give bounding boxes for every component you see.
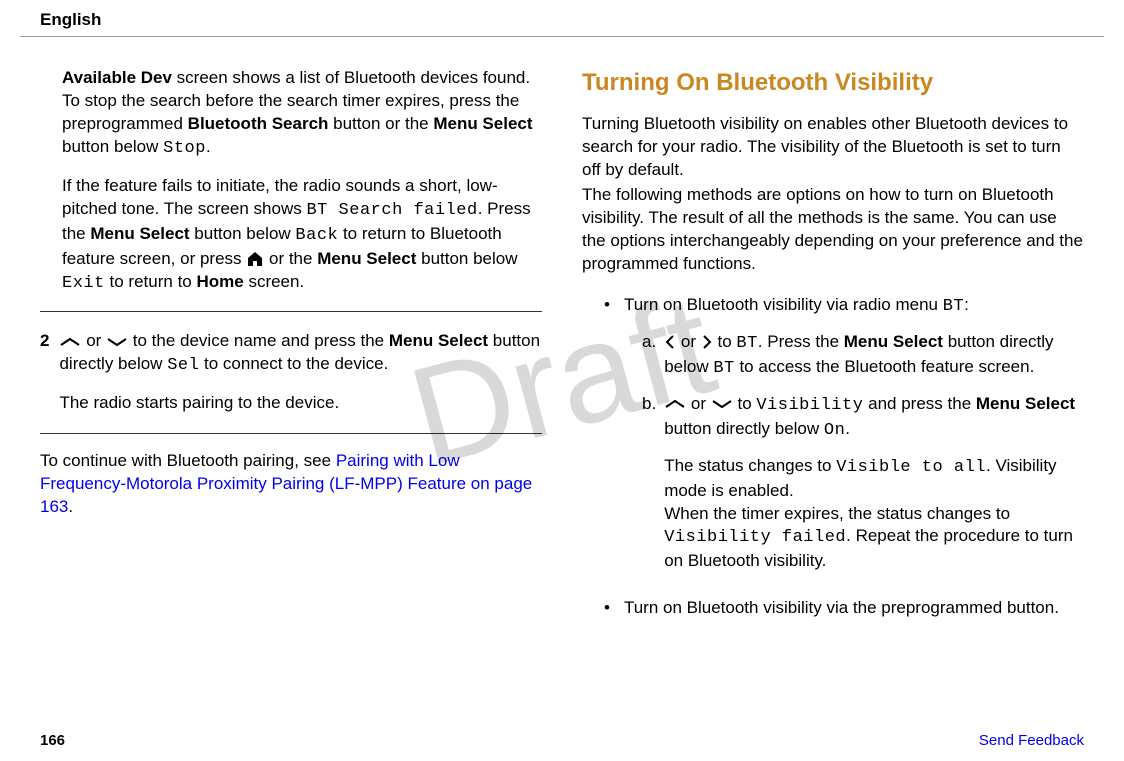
text-mono: On <box>824 421 845 440</box>
paragraph: Turning Bluetooth visibility on enables … <box>582 113 1084 182</box>
chevron-down-icon <box>711 399 733 409</box>
sub-step-a: a. or to BT. Press the Menu Select butto… <box>642 331 1084 381</box>
step-row: 2 or to the device name and press the Me… <box>40 330 542 415</box>
step-number: 2 <box>40 330 49 415</box>
text-bold: Menu Select <box>389 331 488 350</box>
text: . Press the <box>758 332 844 351</box>
text: or <box>686 394 711 413</box>
text: When the timer expires, the status chang… <box>664 504 1010 523</box>
text: to connect to the device. <box>199 354 388 373</box>
text: button or the <box>328 114 433 133</box>
text: The status changes to <box>664 456 836 475</box>
text: to return to <box>105 272 197 291</box>
text-bold: Bluetooth Search <box>188 114 329 133</box>
text-bold: Menu Select <box>976 394 1075 413</box>
page-header: English <box>20 0 1104 37</box>
section-heading: Turning On Bluetooth Visibility <box>582 67 1084 99</box>
send-feedback-link[interactable]: Send Feedback <box>979 732 1084 749</box>
text: or the <box>264 249 317 268</box>
text: . <box>845 419 850 438</box>
text: to <box>713 332 737 351</box>
sub-step-b: b. or to Visibility and press the Menu S… <box>642 393 1084 574</box>
text-mono: Exit <box>62 274 105 293</box>
step-text: or to the device name and press the Menu… <box>59 330 542 415</box>
text: button directly below <box>664 419 824 438</box>
page-footer: 166 Send Feedback <box>0 732 1124 749</box>
bullet-dot: • <box>604 294 610 319</box>
text-bold: Menu Select <box>317 249 416 268</box>
text-mono: Stop <box>163 139 206 158</box>
text-bold: Home <box>196 272 243 291</box>
text-bold: Menu Select <box>90 224 189 243</box>
bullet-text: Turn on Bluetooth visibility via the pre… <box>624 597 1084 620</box>
page-content: Available Dev screen shows a list of Blu… <box>0 37 1124 632</box>
text: : <box>964 295 969 314</box>
chevron-up-icon <box>59 337 81 347</box>
chevron-up-icon <box>664 399 686 409</box>
text-bold: Menu Select <box>433 114 532 133</box>
bullet-dot: • <box>604 597 610 620</box>
chevron-down-icon <box>106 337 128 347</box>
text: to the device name and press the <box>128 331 389 350</box>
text-mono: Visible to all <box>836 458 986 477</box>
paragraph: The following methods are options on how… <box>582 184 1084 276</box>
text: button below <box>190 224 296 243</box>
text-bold: Available Dev <box>62 68 172 87</box>
text-bold: Menu Select <box>844 332 943 351</box>
bullet-item: • Turn on Bluetooth visibility via radio… <box>604 294 1084 319</box>
home-icon <box>246 251 264 267</box>
paragraph-feature-fail: If the feature fails to initiate, the ra… <box>62 175 542 296</box>
text-mono: Back <box>295 226 338 245</box>
text-mono: Sel <box>167 356 199 375</box>
text: screen. <box>244 272 304 291</box>
bullet-item: • Turn on Bluetooth visibility via the p… <box>604 597 1084 620</box>
right-column: Turning On Bluetooth Visibility Turning … <box>582 67 1084 632</box>
text: Turn on Bluetooth visibility via radio m… <box>624 295 943 314</box>
text: or <box>81 331 106 350</box>
text: to <box>733 394 757 413</box>
paragraph-continue: To continue with Bluetooth pairing, see … <box>40 450 542 519</box>
arrow-left-icon <box>664 335 676 349</box>
text: . <box>206 137 211 156</box>
step-subtext: The radio starts pairing to the device. <box>59 392 542 415</box>
text-mono: BT Search failed <box>306 201 477 220</box>
sub-step-result: The status changes to Visible to all. Vi… <box>664 455 1084 574</box>
text: to access the Bluetooth feature screen. <box>735 357 1035 376</box>
sub-step-label: a. <box>642 331 656 381</box>
sub-step-text: or to Visibility and press the Menu Sele… <box>664 393 1084 574</box>
text-mono: BT <box>736 334 757 353</box>
bullet-text: Turn on Bluetooth visibility via radio m… <box>624 294 1084 319</box>
language-label: English <box>40 10 101 29</box>
page-number: 166 <box>40 732 65 749</box>
left-column: Available Dev screen shows a list of Blu… <box>40 67 542 632</box>
bullet-block: • Turn on Bluetooth visibility via radio… <box>604 294 1084 620</box>
text-mono: Visibility failed <box>664 528 846 547</box>
text: and press the <box>863 394 975 413</box>
paragraph-available-dev: Available Dev screen shows a list of Blu… <box>62 67 542 161</box>
text: . <box>68 497 73 516</box>
text-mono: Visibility <box>756 396 863 415</box>
text-mono: BT <box>943 297 964 316</box>
text: button below <box>416 249 517 268</box>
text: button below <box>62 137 163 156</box>
sub-step-text: or to BT. Press the Menu Select button d… <box>664 331 1084 381</box>
text-mono: BT <box>713 359 734 378</box>
text: To continue with Bluetooth pairing, see <box>40 451 336 470</box>
text: or <box>676 332 701 351</box>
step-block: 2 or to the device name and press the Me… <box>40 311 542 434</box>
arrow-right-icon <box>701 335 713 349</box>
sub-step-label: b. <box>642 393 656 574</box>
